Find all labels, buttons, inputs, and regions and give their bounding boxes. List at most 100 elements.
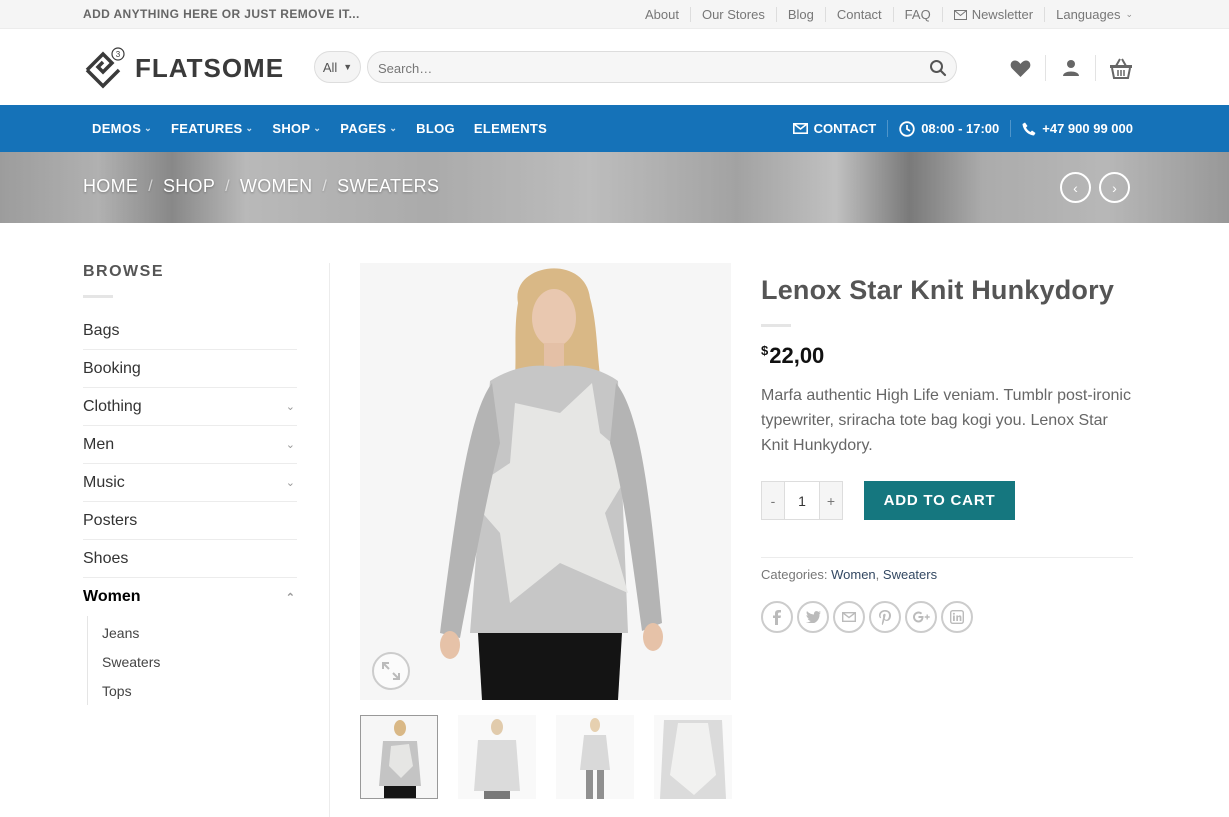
product-price: $22,00 (761, 343, 1133, 369)
sidebar-item-label: Clothing (83, 397, 142, 415)
sidebar-item-shoes[interactable]: Shoes (83, 540, 297, 578)
facebook-icon (773, 609, 781, 625)
chevron-left-icon: ‹ (1073, 179, 1078, 196)
category-select-value: All (322, 59, 338, 75)
search-box (367, 51, 957, 83)
category-select[interactable]: All ▼ (314, 51, 361, 83)
cart-button[interactable] (1095, 55, 1133, 81)
nav-item-blog[interactable]: BLOG (416, 121, 455, 136)
basket-icon (1110, 58, 1132, 79)
top-link-contact[interactable]: Contact (824, 7, 893, 22)
top-link-our-stores[interactable]: Our Stores (689, 7, 776, 22)
sidebar-item-women[interactable]: Women ⌃ (83, 578, 297, 616)
chevron-down-icon: ⌄ (144, 123, 153, 133)
breadcrumb-home[interactable]: HOME (83, 176, 138, 197)
top-link-newsletter[interactable]: Newsletter (941, 7, 1044, 22)
product-thumbnail[interactable] (556, 715, 634, 799)
linkedin-icon (950, 610, 964, 624)
search-input[interactable] (378, 58, 918, 78)
add-to-cart-button[interactable]: ADD TO CART (864, 481, 1015, 520)
nav-contact-link[interactable]: CONTACT (782, 120, 888, 137)
top-bar-promo: ADD ANYTHING HERE OR JUST REMOVE IT... (83, 7, 360, 21)
share-linkedin-button[interactable] (941, 601, 973, 633)
newsletter-label: Newsletter (971, 7, 1034, 22)
sidebar-subitem-tops[interactable]: Tops (102, 676, 297, 705)
share-buttons (761, 601, 1133, 633)
top-link-blog[interactable]: Blog (775, 7, 825, 22)
product-thumbnail[interactable] (360, 715, 438, 799)
sidebar-item-music[interactable]: Music ⌄ (83, 464, 297, 502)
next-product-button[interactable]: › (1099, 172, 1130, 203)
sidebar-item-clothing[interactable]: Clothing ⌄ (83, 388, 297, 426)
zoom-button[interactable] (372, 652, 410, 690)
chevron-up-icon[interactable]: ⌃ (286, 591, 295, 604)
prev-product-button[interactable]: ‹ (1060, 172, 1091, 203)
nav-hours-label: 08:00 - 17:00 (921, 121, 1000, 136)
sidebar-item-label: Bags (83, 321, 120, 339)
share-email-button[interactable] (833, 601, 865, 633)
price-amount: 22,00 (769, 343, 825, 368)
nav-item-demos[interactable]: DEMOS ⌄ (92, 121, 152, 136)
account-button[interactable] (1045, 55, 1095, 81)
chevron-down-icon[interactable]: ⌄ (286, 438, 295, 451)
chevron-down-icon[interactable]: ⌄ (286, 400, 295, 413)
nav-item-elements[interactable]: ELEMENTS (474, 121, 547, 136)
sidebar-subcategories: Jeans Sweaters Tops (87, 616, 297, 705)
nav-phone-link[interactable]: +47 900 99 000 (1010, 120, 1133, 137)
sidebar-subitem-sweaters[interactable]: Sweaters (102, 647, 297, 676)
nav-item-pages[interactable]: PAGES ⌄ (340, 121, 397, 136)
nav-item-label: FEATURES (171, 121, 243, 136)
top-link-about[interactable]: About (634, 7, 690, 22)
product-title: Lenox Star Knit Hunkydory (761, 275, 1115, 305)
sidebar-item-label: Shoes (83, 549, 129, 567)
category-banner: HOME / SHOP / WOMEN / SWEATERS ‹ › (0, 152, 1229, 223)
breadcrumb-sweaters: SWEATERS (337, 176, 440, 196)
breadcrumb-separator: / (322, 177, 328, 195)
main-nav-menu: DEMOS ⌄ FEATURES ⌄ SHOP ⌄ PAGES ⌄ BLOG ELEME… (92, 105, 566, 152)
chevron-down-icon[interactable]: ⌄ (286, 476, 295, 489)
sidebar-divider (329, 263, 330, 817)
clock-icon (899, 120, 915, 137)
share-facebook-button[interactable] (761, 601, 793, 633)
main-nav-contact: CONTACT 08:00 - 17:00 +47 900 99 000 (782, 105, 1133, 152)
sidebar-subitem-jeans[interactable]: Jeans (102, 618, 297, 647)
logo-icon: 3 (85, 47, 125, 89)
nav-item-label: PAGES (340, 121, 387, 136)
logo-text: FLATSOME (135, 52, 285, 83)
share-twitter-button[interactable] (797, 601, 829, 633)
product-thumbnails (360, 715, 732, 799)
quantity-minus-button[interactable]: - (762, 482, 784, 519)
site-header: 3 FLATSOME All ▼ (0, 29, 1229, 105)
quantity-plus-button[interactable]: + (820, 482, 842, 519)
site-logo[interactable]: 3 FLATSOME (83, 46, 284, 90)
product-thumbnail[interactable] (458, 715, 536, 799)
search-icon[interactable] (929, 59, 947, 82)
svg-text:3: 3 (116, 50, 121, 59)
sidebar-item-posters[interactable]: Posters (83, 502, 297, 540)
product-main-image[interactable] (360, 263, 731, 700)
product-nav-arrows: ‹ › (1060, 172, 1130, 203)
nav-item-shop[interactable]: SHOP ⌄ (272, 121, 321, 136)
quantity-input[interactable]: 1 (784, 482, 820, 519)
top-link-faq[interactable]: FAQ (892, 7, 942, 22)
share-googleplus-button[interactable] (905, 601, 937, 633)
category-link-sweaters[interactable]: Sweaters (883, 567, 937, 582)
languages-label: Languages (1056, 7, 1121, 22)
category-link-women[interactable]: Women (831, 567, 876, 582)
sidebar-item-booking[interactable]: Booking (83, 350, 297, 388)
share-pinterest-button[interactable] (869, 601, 901, 633)
wishlist-button[interactable] (995, 55, 1045, 81)
top-link-languages[interactable]: Languages ⌄ (1044, 7, 1133, 22)
breadcrumb-separator: / (225, 177, 230, 195)
breadcrumb-women[interactable]: WOMEN (240, 176, 313, 197)
sidebar-item-bags[interactable]: Bags (83, 312, 297, 350)
sidebar-item-label: Women (83, 588, 141, 605)
sidebar-title-divider (83, 295, 113, 298)
price-currency: $ (761, 343, 769, 358)
top-nav: About Our Stores Blog Contact FAQ Newsle… (634, 0, 1133, 29)
nav-item-label: BLOG (416, 121, 455, 136)
product-thumbnail[interactable] (654, 715, 732, 799)
sidebar-item-men[interactable]: Men ⌄ (83, 426, 297, 464)
breadcrumb-shop[interactable]: SHOP (163, 176, 215, 197)
nav-item-features[interactable]: FEATURES ⌄ (171, 121, 253, 136)
